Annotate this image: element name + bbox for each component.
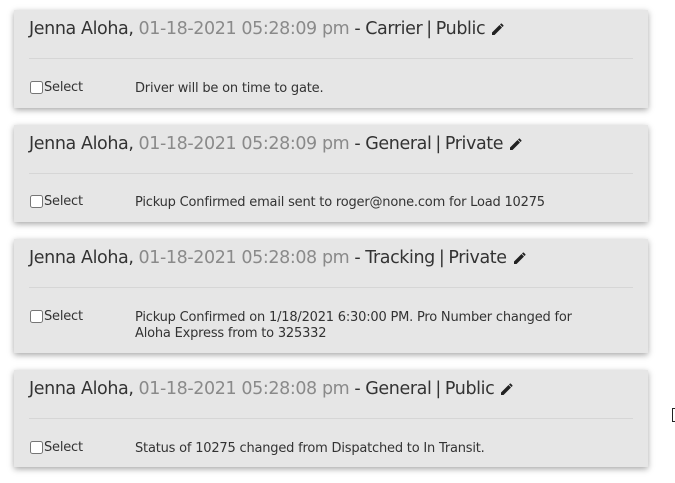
dash-separator: - (354, 379, 361, 399)
comma-separator: , (128, 379, 134, 399)
note-card: Jenna Aloha, 01-18-2021 05:28:09 pm - Ge… (14, 125, 648, 222)
note-author: Jenna Aloha (29, 19, 129, 39)
divider (29, 58, 633, 59)
note-visibility: Private (444, 134, 504, 154)
note-visibility: Public (435, 19, 486, 39)
note-card: Jenna Aloha, 01-18-2021 05:28:08 pm - Tr… (14, 239, 648, 353)
select-checkbox[interactable] (30, 195, 43, 208)
divider (29, 287, 633, 288)
comma-separator: , (128, 19, 134, 39)
select-label: Select (44, 194, 83, 209)
select-label: Select (44, 80, 83, 95)
note-category: Carrier (365, 19, 423, 39)
pipe-separator: | (426, 19, 432, 39)
comma-separator: , (128, 248, 134, 268)
pencil-icon[interactable] (508, 136, 524, 152)
note-text: Status of 10275 changed from Dispatched … (135, 441, 485, 456)
dash-separator: - (354, 134, 361, 154)
note-card: Jenna Aloha, 01-18-2021 05:28:08 pm - Ge… (14, 370, 648, 467)
note-category: General (365, 379, 432, 399)
dash-separator: - (354, 19, 361, 39)
note-visibility: Private (448, 248, 507, 268)
note-visibility: Public (444, 379, 495, 399)
select-label: Select (44, 309, 83, 324)
select-checkbox-label[interactable]: Select (30, 440, 83, 455)
note-text: Pickup Confirmed on 1/18/2021 6:30:00 PM… (135, 310, 572, 341)
select-checkbox[interactable] (30, 81, 43, 94)
note-author: Jenna Aloha (29, 379, 129, 399)
pencil-icon[interactable] (512, 250, 528, 266)
note-timestamp: 01-18-2021 05:28:08 pm (138, 248, 350, 268)
note-category: Tracking (365, 248, 435, 268)
select-checkbox-label[interactable]: Select (30, 194, 83, 209)
select-checkbox[interactable] (30, 441, 43, 454)
pipe-separator: | (435, 379, 441, 399)
select-checkbox-label[interactable]: Select (30, 309, 83, 324)
pipe-separator: | (435, 134, 441, 154)
note-header: Jenna Aloha, 01-18-2021 05:28:08 pm - Tr… (29, 248, 528, 268)
pencil-icon[interactable] (490, 21, 506, 37)
divider (29, 418, 633, 419)
select-checkbox[interactable] (30, 310, 43, 323)
note-timestamp: 01-18-2021 05:28:08 pm (138, 379, 350, 399)
note-text: Pickup Confirmed email sent to roger@non… (135, 195, 545, 210)
note-author: Jenna Aloha (29, 248, 129, 268)
note-header: Jenna Aloha, 01-18-2021 05:28:09 pm - Ge… (29, 134, 524, 154)
note-author: Jenna Aloha (29, 134, 129, 154)
select-label: Select (44, 440, 83, 455)
note-text: Driver will be on time to gate. (135, 81, 324, 96)
note-header: Jenna Aloha, 01-18-2021 05:28:08 pm - Ge… (29, 379, 515, 399)
comma-separator: , (128, 134, 134, 154)
note-category: General (365, 134, 432, 154)
note-header: Jenna Aloha, 01-18-2021 05:28:09 pm - Ca… (29, 19, 506, 39)
pencil-icon[interactable] (499, 381, 515, 397)
dash-separator: - (354, 248, 361, 268)
note-timestamp: 01-18-2021 05:28:09 pm (138, 19, 350, 39)
divider (29, 173, 633, 174)
note-timestamp: 01-18-2021 05:28:09 pm (138, 134, 350, 154)
pipe-separator: | (438, 248, 445, 268)
select-checkbox-label[interactable]: Select (30, 80, 83, 95)
note-card: Jenna Aloha, 01-18-2021 05:28:09 pm - Ca… (14, 10, 648, 108)
